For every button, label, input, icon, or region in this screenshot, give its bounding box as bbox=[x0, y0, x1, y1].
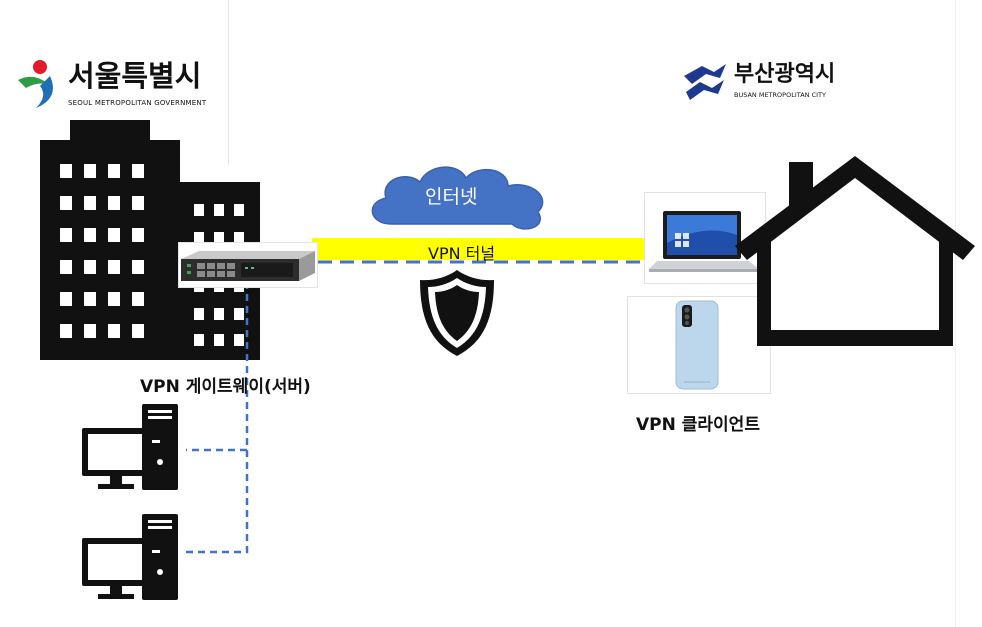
house-icon bbox=[735, 156, 975, 346]
desktop-pc-icon bbox=[82, 514, 178, 600]
lan-dashed-line bbox=[186, 282, 249, 554]
desktop-pc-icon bbox=[82, 404, 178, 490]
rack-server-icon bbox=[181, 251, 315, 281]
rack-server bbox=[178, 242, 318, 288]
internet-label: 인터넷 bbox=[425, 186, 478, 208]
gateway-label: VPN 게이트웨이(서버) bbox=[140, 377, 311, 397]
shield-icon bbox=[420, 270, 494, 356]
client-label: VPN 클라이언트 bbox=[636, 415, 760, 435]
